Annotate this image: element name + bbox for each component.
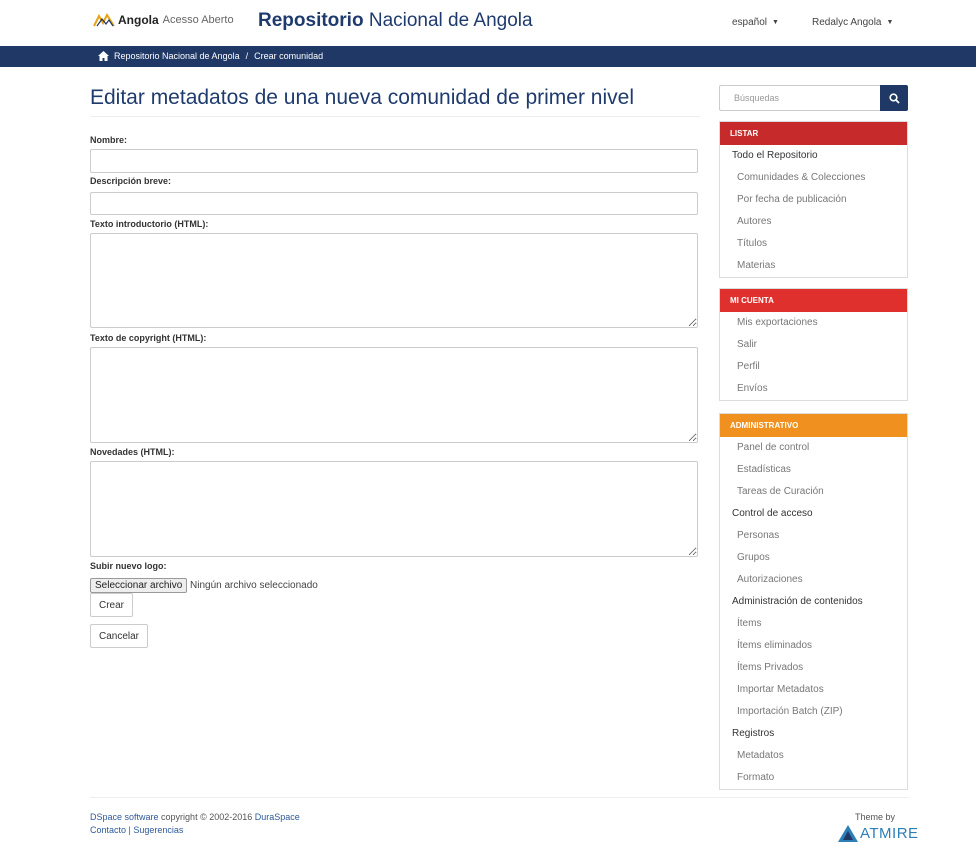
create-button[interactable]: Crear	[90, 593, 133, 617]
news-textarea[interactable]	[90, 461, 698, 557]
site-title-rest: Nacional de Angola	[363, 10, 533, 31]
breadcrumb: Repositorio Nacional de Angola / Crear c…	[98, 51, 323, 61]
browse-item-authors[interactable]: Autores	[720, 211, 907, 233]
home-icon	[98, 51, 109, 61]
browse-item-communities[interactable]: Comunidades & Colecciones	[720, 167, 907, 189]
browse-item-titles[interactable]: Títulos	[720, 233, 907, 255]
news-label: Novedades (HTML):	[90, 447, 175, 457]
account-panel-heading: MI CUENTA	[720, 289, 907, 312]
admin-item-items[interactable]: Ítems	[720, 613, 907, 635]
admin-section-content-admin: Administración de contenidos	[732, 596, 863, 607]
contact-link[interactable]: Contacto	[90, 825, 126, 835]
caret-down-icon: ▼	[886, 19, 894, 26]
admin-item-people[interactable]: Personas	[720, 525, 907, 547]
language-label: español	[732, 17, 768, 28]
admin-section-registries: Registros	[732, 728, 775, 739]
search-button[interactable]	[880, 85, 908, 111]
site-title-bold: Repositorio	[258, 10, 364, 31]
angola-mountain-icon	[93, 13, 115, 27]
atmire-wordmark: ATMIRE	[860, 825, 919, 842]
brand-name: Angola	[118, 13, 159, 27]
atmire-triangle-icon	[838, 825, 858, 842]
footer-divider	[90, 797, 908, 798]
admin-item-private-items[interactable]: Ítems Privados	[720, 657, 907, 679]
brand-logo[interactable]: Angola Acesso Aberto	[93, 13, 234, 27]
admin-item-authorizations[interactable]: Autorizaciones	[720, 569, 907, 591]
feedback-link[interactable]: Sugerencias	[133, 825, 183, 835]
name-label: Nombre:	[90, 135, 128, 145]
admin-item-format-registry[interactable]: Formato	[720, 767, 907, 789]
account-panel: MI CUENTA Mis exportaciones Salir Perfil…	[719, 288, 908, 401]
brand-subtitle: Acesso Aberto	[162, 14, 234, 26]
admin-item-statistics[interactable]: Estadísticas	[720, 459, 907, 481]
atmire-logo[interactable]: ATMIRE	[838, 825, 919, 842]
breadcrumb-home-link[interactable]: Repositorio Nacional de Angola	[114, 51, 240, 61]
cancel-button[interactable]: Cancelar	[90, 624, 148, 648]
breadcrumb-separator: /	[245, 51, 249, 61]
admin-item-groups[interactable]: Grupos	[720, 547, 907, 569]
admin-panel-heading: ADMINISTRATIVO	[720, 414, 907, 437]
account-item-profile[interactable]: Perfil	[720, 356, 907, 378]
browse-panel: LISTAR Todo el Repositorio Comunidades &…	[719, 121, 908, 278]
admin-panel: ADMINISTRATIVO Panel de control Estadíst…	[719, 413, 908, 790]
admin-item-withdrawn-items[interactable]: Ítems eliminados	[720, 635, 907, 657]
admin-item-metadata-registry[interactable]: Metadatos	[720, 745, 907, 767]
account-item-logout[interactable]: Salir	[720, 334, 907, 356]
account-item-submissions[interactable]: Envíos	[720, 378, 907, 400]
user-dropdown[interactable]: Redalyc Angola ▼	[812, 17, 893, 28]
footer-links: Contacto | Sugerencias	[90, 825, 183, 835]
account-item-exports[interactable]: Mis exportaciones	[720, 312, 907, 334]
theme-by-label: Theme by	[855, 812, 896, 822]
duraspace-link[interactable]: DuraSpace	[255, 812, 300, 822]
admin-item-import-metadata[interactable]: Importar Metadatos	[720, 679, 907, 701]
user-label: Redalyc Angola	[812, 17, 882, 28]
choose-file-button[interactable]: Seleccionar archivo	[90, 578, 188, 593]
logo-label: Subir nuevo logo:	[90, 561, 167, 571]
breadcrumb-bar: Repositorio Nacional de Angola / Crear c…	[0, 46, 976, 67]
admin-item-batch-import[interactable]: Importación Batch (ZIP)	[720, 701, 907, 723]
search-icon	[888, 92, 900, 104]
caret-down-icon: ▼	[772, 19, 779, 26]
breadcrumb-current: Crear comunidad	[254, 51, 324, 61]
site-title[interactable]: Repositorio Nacional de Angola	[258, 10, 533, 32]
admin-section-access-control: Control de acceso	[732, 508, 813, 519]
copyright-textarea[interactable]	[90, 347, 698, 443]
dspace-link[interactable]: DSpace software	[90, 812, 159, 822]
copyright-label: Texto de copyright (HTML):	[90, 333, 207, 343]
admin-item-curation-tasks[interactable]: Tareas de Curación	[720, 481, 907, 503]
browse-item-date[interactable]: Por fecha de publicación	[720, 189, 907, 211]
browse-item-subjects[interactable]: Materias	[720, 255, 907, 277]
short-description-label: Descripción breve:	[90, 176, 172, 186]
short-description-input[interactable]	[90, 192, 698, 215]
browse-panel-heading: LISTAR	[720, 122, 907, 145]
language-dropdown[interactable]: español ▼	[732, 17, 779, 28]
search-input[interactable]: Búsquedas	[719, 85, 880, 111]
top-header: Angola Acesso Aberto Repositorio Naciona…	[0, 0, 976, 44]
intro-text-label: Texto introductorio (HTML):	[90, 219, 209, 229]
browse-item-all[interactable]: Todo el Repositorio	[720, 145, 907, 167]
copyright-text: copyright © 2002-2016	[158, 812, 255, 822]
intro-text-textarea[interactable]	[90, 233, 698, 328]
file-status: Ningún archivo seleccionado	[190, 580, 318, 591]
page-title: Editar metadatos de una nueva comunidad …	[90, 86, 634, 109]
name-input[interactable]	[90, 149, 698, 173]
admin-item-control-panel[interactable]: Panel de control	[720, 437, 907, 459]
footer-copyright: DSpace software copyright © 2002-2016 Du…	[90, 812, 300, 822]
title-divider	[90, 116, 700, 117]
